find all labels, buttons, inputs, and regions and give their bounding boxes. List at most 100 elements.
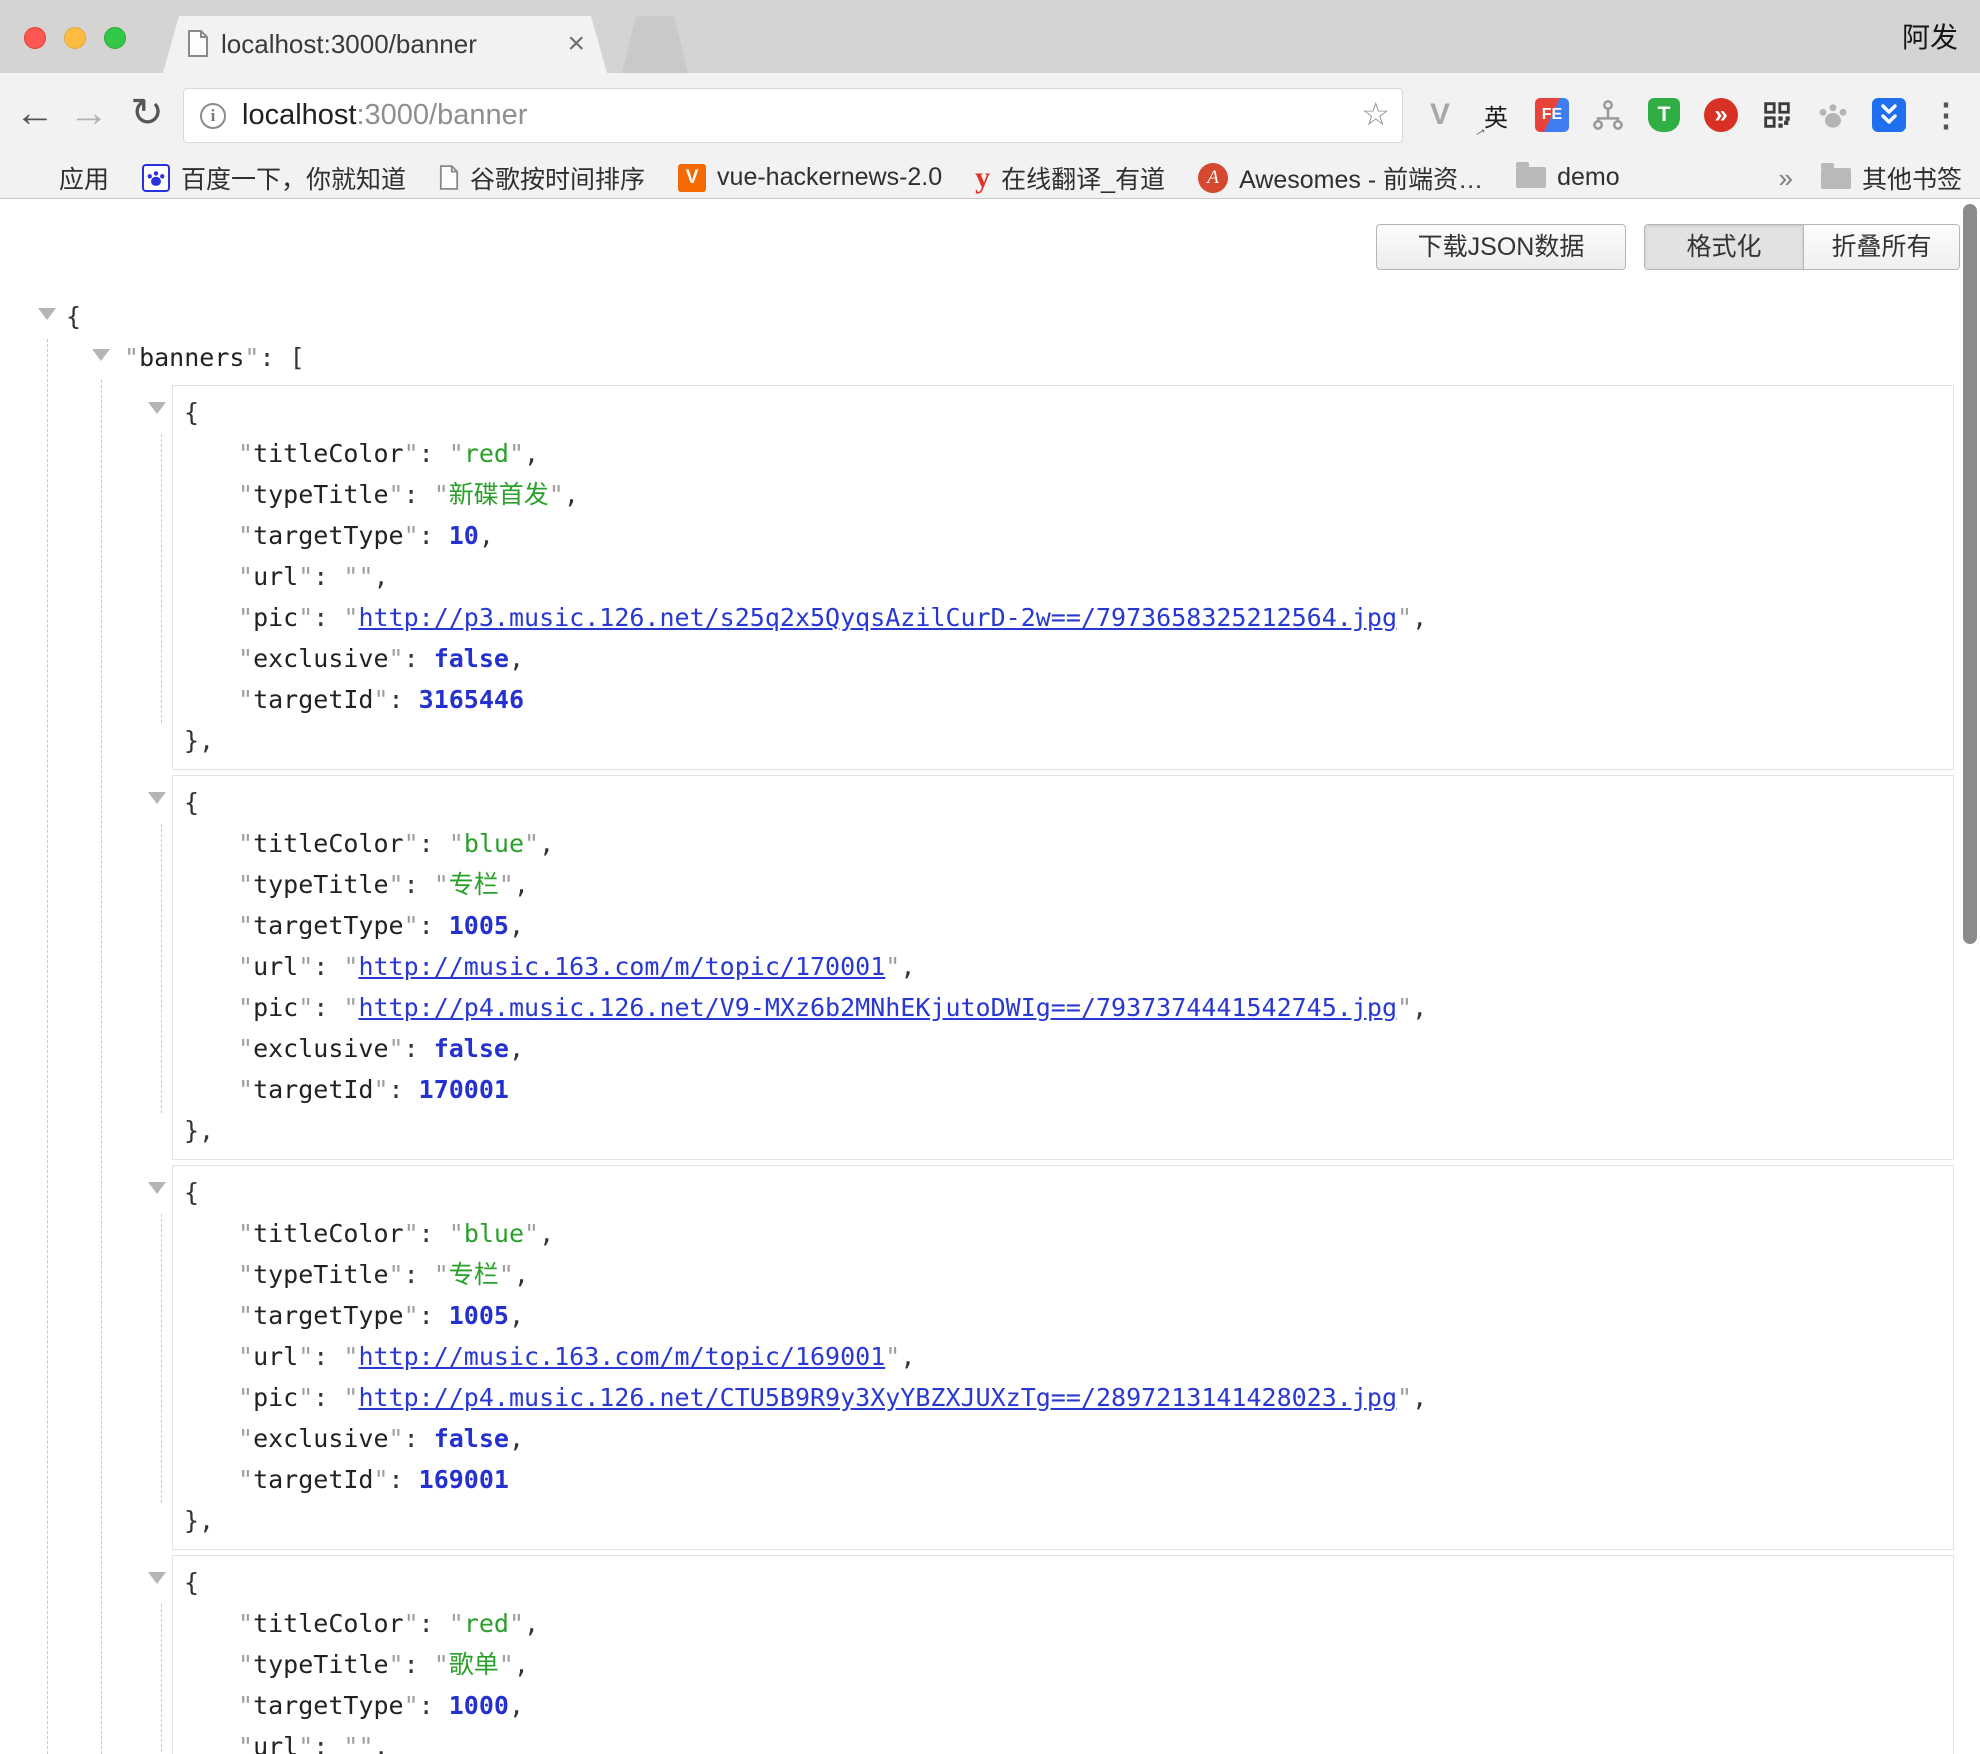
item-lines: "titleColor": "blue","typeTitle": "专栏","…	[173, 823, 1953, 1110]
window-close-button[interactable]	[24, 27, 46, 49]
url-text[interactable]: localhost:3000/banner	[242, 89, 527, 142]
sitemap-icon	[1591, 98, 1625, 132]
bookmark-awesomes[interactable]: A Awesomes - 前端资…	[1198, 160, 1483, 196]
apps-grid-icon	[24, 166, 48, 190]
banner-object-box: { "titleColor": "blue","typeTitle": "专栏"…	[172, 1165, 1954, 1550]
bookmarks-overflow-chevron[interactable]: »	[1779, 163, 1793, 194]
json-property-line: "targetId": 169001	[173, 1459, 1953, 1500]
tab-close-icon[interactable]: ×	[567, 16, 585, 73]
json-url-link[interactable]: http://p4.music.126.net/CTU5B9R9y3XyYBZX…	[358, 1383, 1397, 1412]
address-bar[interactable]: i localhost:3000/banner ☆	[183, 88, 1403, 143]
item-lines: "titleColor": "red","typeTitle": "新碟首发",…	[173, 433, 1953, 720]
json-property-line: "pic": "http://p4.music.126.net/CTU5B9R9…	[173, 1377, 1953, 1418]
json-property-line: "exclusive": false,	[173, 638, 1953, 679]
json-object-close: },	[173, 720, 1953, 761]
json-property-line: "pic": "http://p3.music.126.net/s25q2x5Q…	[173, 597, 1953, 638]
json-property-line: "titleColor": "red",	[173, 433, 1953, 474]
json-property-line: "typeTitle": "专栏",	[173, 1254, 1953, 1295]
browser-tab[interactable]: localhost:3000/banner ×	[163, 16, 607, 73]
qrcode-extension-icon[interactable]	[1759, 97, 1795, 133]
json-url-link[interactable]: http://music.163.com/m/topic/170001	[358, 952, 885, 981]
json-property-line: "titleColor": "red",	[173, 1603, 1953, 1644]
format-button[interactable]: 格式化	[1645, 225, 1803, 269]
banner-object-box: { "titleColor": "red","typeTitle": "歌单",…	[172, 1555, 1954, 1754]
window-minimize-button[interactable]	[64, 27, 86, 49]
item-lines: "titleColor": "red","typeTitle": "歌单","t…	[173, 1603, 1953, 1754]
json-property-line: "url": "",	[173, 1726, 1953, 1754]
paw-extension-icon[interactable]	[1815, 97, 1851, 133]
browser-profile-name[interactable]: 阿发	[1902, 16, 1958, 56]
url-path: :3000/banner	[356, 99, 527, 131]
window-zoom-button[interactable]	[104, 27, 126, 49]
json-property-line: "typeTitle": "专栏",	[173, 864, 1953, 905]
json-url-link[interactable]: http://p3.music.126.net/s25q2x5QyqsAzilC…	[358, 603, 1397, 632]
bookmark-youdao[interactable]: y 在线翻译_有道	[975, 160, 1165, 196]
json-property-line: "targetType": 1000,	[173, 1685, 1953, 1726]
collapse-all-button[interactable]: 折叠所有	[1803, 225, 1959, 269]
json-property-line: "exclusive": false,	[173, 1028, 1953, 1069]
bookmark-apps[interactable]: 应用	[24, 160, 109, 196]
other-bookmarks-folder[interactable]: 其他书签	[1821, 160, 1962, 196]
bookmarks-bar: 应用 百度一下，你就知道 谷歌按时间排序 V vue-hackernews-2.…	[0, 157, 1980, 199]
baidu-paw-icon	[142, 164, 170, 192]
json-property-line: "targetType": 1005,	[173, 1295, 1953, 1336]
collapse-toggle-item[interactable]	[148, 792, 166, 804]
json-property-line: "titleColor": "blue",	[173, 1213, 1953, 1254]
back-button[interactable]: ←	[12, 73, 58, 157]
view-mode-button-group: 格式化 折叠所有	[1644, 224, 1960, 270]
item-lines: "titleColor": "blue","typeTitle": "专栏","…	[173, 1213, 1953, 1500]
json-property-line: "pic": "http://p4.music.126.net/V9-MXz6b…	[173, 987, 1953, 1028]
tab-title: localhost:3000/banner	[221, 16, 477, 73]
json-property-line: "titleColor": "blue",	[173, 823, 1953, 864]
collapse-toggle-root[interactable]	[38, 308, 56, 320]
bookmark-star-icon[interactable]: ☆	[1361, 89, 1390, 142]
forward-button[interactable]: →	[66, 73, 112, 157]
url-host: localhost	[242, 99, 356, 131]
fehelper-extension-icon[interactable]: FE	[1534, 97, 1570, 133]
bookmark-demo-folder[interactable]: demo	[1516, 163, 1620, 192]
json-object-open: {	[173, 1172, 1953, 1213]
browser-menu-button[interactable]: ⋮	[1928, 97, 1964, 133]
page-content: 下载JSON数据 格式化 折叠所有 { "banners": [ { "titl…	[0, 199, 1980, 1754]
indent-guide	[161, 824, 162, 1113]
new-tab-button[interactable]	[622, 16, 688, 73]
bookmark-google-sort[interactable]: 谷歌按时间排序	[439, 160, 645, 196]
json-property-line: "exclusive": false,	[173, 1418, 1953, 1459]
shield-extension-icon[interactable]: T	[1646, 97, 1682, 133]
qr-code-icon	[1760, 98, 1794, 132]
collapse-toggle-item[interactable]	[148, 402, 166, 414]
json-tree: { "banners": [ { "titleColor": "red","ty…	[0, 296, 1960, 1754]
forwarder-extension-icon[interactable]: »	[1703, 97, 1739, 133]
json-property-line: "url": "",	[173, 556, 1953, 597]
json-object-open: {	[173, 782, 1953, 823]
translate-extension-icon[interactable]: 英→	[1478, 97, 1514, 133]
json-object-open: {	[173, 1562, 1953, 1603]
page-favicon-icon	[187, 30, 209, 57]
download-manager-extension-icon[interactable]	[1871, 97, 1907, 133]
json-property-line: "url": "http://music.163.com/m/topic/169…	[173, 1336, 1953, 1377]
collapse-toggle-item[interactable]	[148, 1182, 166, 1194]
window-titlebar: localhost:3000/banner × 阿发	[0, 0, 1980, 73]
bookmark-baidu[interactable]: 百度一下，你就知道	[142, 160, 406, 196]
json-url-link[interactable]: http://music.163.com/m/topic/169001	[358, 1342, 885, 1371]
download-json-button[interactable]: 下载JSON数据	[1376, 224, 1626, 270]
youdao-y-icon: y	[975, 161, 990, 195]
json-property-line: "typeTitle": "歌单",	[173, 1644, 1953, 1685]
collapse-toggle-banners[interactable]	[92, 349, 110, 361]
bookmark-vue-hackernews[interactable]: V vue-hackernews-2.0	[678, 163, 942, 192]
json-property-line: "targetId": 3165446	[173, 679, 1953, 720]
json-property-line: "url": "http://music.163.com/m/topic/170…	[173, 946, 1953, 987]
json-property-line: "targetType": 1005,	[173, 905, 1953, 946]
json-property-line: "typeTitle": "新碟首发",	[173, 474, 1953, 515]
banner-object-box: { "titleColor": "red","typeTitle": "新碟首发…	[172, 385, 1954, 770]
json-banners-key-line: "banners": [	[0, 337, 1960, 378]
scrollbar-thumb[interactable]	[1963, 204, 1977, 944]
reload-button[interactable]: ↻	[124, 73, 170, 157]
collapse-toggle-item[interactable]	[148, 1572, 166, 1584]
page-info-icon[interactable]: i	[200, 103, 226, 129]
folder-icon	[1516, 167, 1546, 188]
sitemap-extension-icon[interactable]	[1590, 97, 1626, 133]
vue-devtools-extension-icon[interactable]: V	[1422, 97, 1458, 133]
browser-toolbar: ← → ↻ i localhost:3000/banner ☆ V 英→ FE …	[0, 73, 1980, 157]
json-url-link[interactable]: http://p4.music.126.net/V9-MXz6b2MNhEKju…	[358, 993, 1397, 1022]
